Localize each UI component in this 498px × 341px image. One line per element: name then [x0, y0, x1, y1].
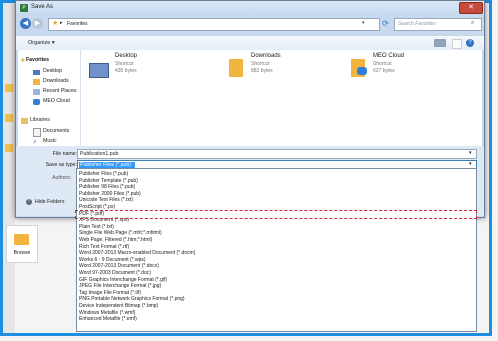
cloud-icon	[357, 67, 367, 75]
dropdown-option[interactable]: Unicode Text Files (*.txt)	[79, 197, 133, 204]
dropdown-option[interactable]: Single File Web Page (*.mht;*.mhtml)	[79, 230, 162, 237]
file-name: Downloads	[251, 53, 281, 59]
documents-icon	[33, 128, 41, 137]
file-name-input[interactable]: Publication1.pub ▾	[77, 149, 477, 159]
dropdown-option[interactable]: Rich Text Format (*.rtf)	[79, 244, 129, 251]
file-type: Shortcut	[373, 61, 392, 67]
file-name: Desktop	[115, 53, 138, 59]
views-icon[interactable]	[434, 39, 446, 47]
downloads-shortcut-icon	[229, 59, 243, 77]
dropdown-option[interactable]: Publisher 2000 Files (*.pub)	[79, 191, 141, 198]
toolbar: Organize ▾ ?	[16, 35, 484, 51]
back-button[interactable]: ◀	[20, 18, 31, 29]
save-type-dropdown-arrow[interactable]: ▾	[469, 161, 472, 167]
publisher-app-icon: P	[20, 4, 28, 12]
navigation-bar: ◀ ▶ ★ ▸ Favorites ▾ ⟳ Search Favorites ⌕	[16, 15, 484, 35]
file-tile[interactable]: Desktop Shortcut 435 bytes	[85, 53, 205, 83]
organize-menu[interactable]: Organize ▾	[28, 40, 55, 46]
desktop-shortcut-icon	[89, 63, 109, 78]
file-size: 435 bytes	[115, 68, 137, 74]
file-type: Shortcut	[115, 61, 134, 67]
hide-folders-button[interactable]: Hide Folders	[35, 199, 64, 205]
breadcrumb-separator: ▸	[60, 20, 63, 26]
dropdown-option[interactable]: Web Page, Filtered (*.htm;*.html)	[79, 237, 152, 244]
file-list-pane: Desktop Shortcut 435 bytes Downloads Sho…	[81, 50, 482, 146]
star-icon: ★	[52, 20, 59, 27]
preview-pane-icon[interactable]	[452, 39, 462, 49]
file-type: Shortcut	[251, 61, 270, 67]
dropdown-option[interactable]: Windows Metafile (*.wmf)	[79, 310, 135, 317]
collapse-icon: ⌃	[26, 199, 32, 205]
dropdown-option[interactable]: Tag Image File Format (*.tif)	[79, 290, 141, 297]
save-type-label: Save as type:	[45, 162, 77, 168]
dropdown-option[interactable]: JPEG File Interchange Format (*.jpg)	[79, 283, 161, 290]
refresh-icon[interactable]: ⟳	[380, 18, 391, 29]
help-button[interactable]: ?	[466, 39, 474, 47]
file-name-dropdown-arrow[interactable]: ▾	[469, 150, 472, 156]
nav-item-music[interactable]: Music	[43, 137, 57, 146]
dropdown-option[interactable]: Publisher Files (*.pub)	[79, 171, 128, 178]
close-button[interactable]: ✕	[459, 2, 483, 14]
dropdown-option[interactable]: PNG Portable Network Graphics Format (*.…	[79, 296, 185, 303]
search-input[interactable]: Search Favorites ⌕	[394, 18, 482, 31]
downloads-icon	[33, 79, 40, 85]
music-icon: ♪	[33, 138, 37, 145]
title-bar: P Save As ✕	[16, 1, 484, 15]
address-dropdown-arrow[interactable]: ▾	[362, 20, 365, 26]
file-name-value: Publication1.pub	[80, 151, 119, 157]
file-name-label: File name:	[52, 151, 77, 157]
dropdown-option[interactable]: Device Independent Bitmap (*.bmp)	[79, 303, 158, 310]
breadcrumb[interactable]: Favorites	[67, 21, 88, 27]
dropdown-option[interactable]: Publisher 98 Files (*.pub)	[79, 184, 135, 191]
dropdown-option[interactable]: Plain Text (*.txt)	[79, 224, 114, 231]
file-tile[interactable]: MEO Cloud Shortcut 627 bytes	[343, 53, 463, 83]
file-size: 627 bytes	[373, 68, 395, 74]
dropdown-option[interactable]: Word 2007-2013 Macro-enabled Document (*…	[79, 250, 195, 257]
dialog-title: Save As	[31, 4, 54, 10]
authors-label: Authors:	[52, 175, 72, 181]
save-type-dropdown-list: Publisher Files (*.pub) Publisher Templa…	[76, 168, 477, 332]
file-name: MEO Cloud	[373, 53, 405, 59]
nav-item-meo-cloud[interactable]: MEO Cloud	[43, 97, 70, 106]
dropdown-option[interactable]: GIF Graphics Interchange Format (*.gif)	[79, 277, 167, 284]
nav-item-downloads[interactable]: Downloads	[43, 77, 69, 86]
nav-item-documents[interactable]: Documents	[43, 127, 69, 136]
file-size: 882 bytes	[251, 68, 273, 74]
dropdown-option[interactable]: Works 6 - 9 Document (*.wps)	[79, 257, 146, 264]
nav-item-desktop[interactable]: Desktop	[43, 67, 62, 76]
forward-button[interactable]: ▶	[32, 18, 43, 29]
search-icon: ⌕	[471, 20, 475, 26]
nav-item-recent-places[interactable]: Recent Places	[43, 87, 76, 96]
file-tile[interactable]: Downloads Shortcut 882 bytes	[221, 53, 341, 83]
libraries-icon	[21, 118, 28, 124]
dropdown-option[interactable]: Enhanced Metafile (*.emf)	[79, 316, 137, 323]
recent-places-icon	[33, 89, 40, 95]
nav-favorites[interactable]: Favorites	[26, 56, 49, 65]
nav-libraries[interactable]: Libraries	[30, 116, 50, 125]
dropdown-option[interactable]: Word 97-2003 Document (*.doc)	[79, 270, 151, 277]
dropdown-option[interactable]: Word 2007-2013 Document (*.docx)	[79, 263, 159, 270]
search-placeholder: Search Favorites	[398, 21, 436, 27]
pdf-option-highlight	[75, 210, 477, 219]
navigation-pane: ★ Favorites Desktop Downloads Recent Pla…	[18, 50, 81, 146]
dropdown-option[interactable]: Publisher Template (*.pub)	[79, 178, 138, 185]
desktop-icon	[33, 70, 40, 75]
cloud-icon	[33, 99, 40, 105]
address-bar[interactable]: ★ ▸ Favorites ▾	[48, 18, 380, 31]
